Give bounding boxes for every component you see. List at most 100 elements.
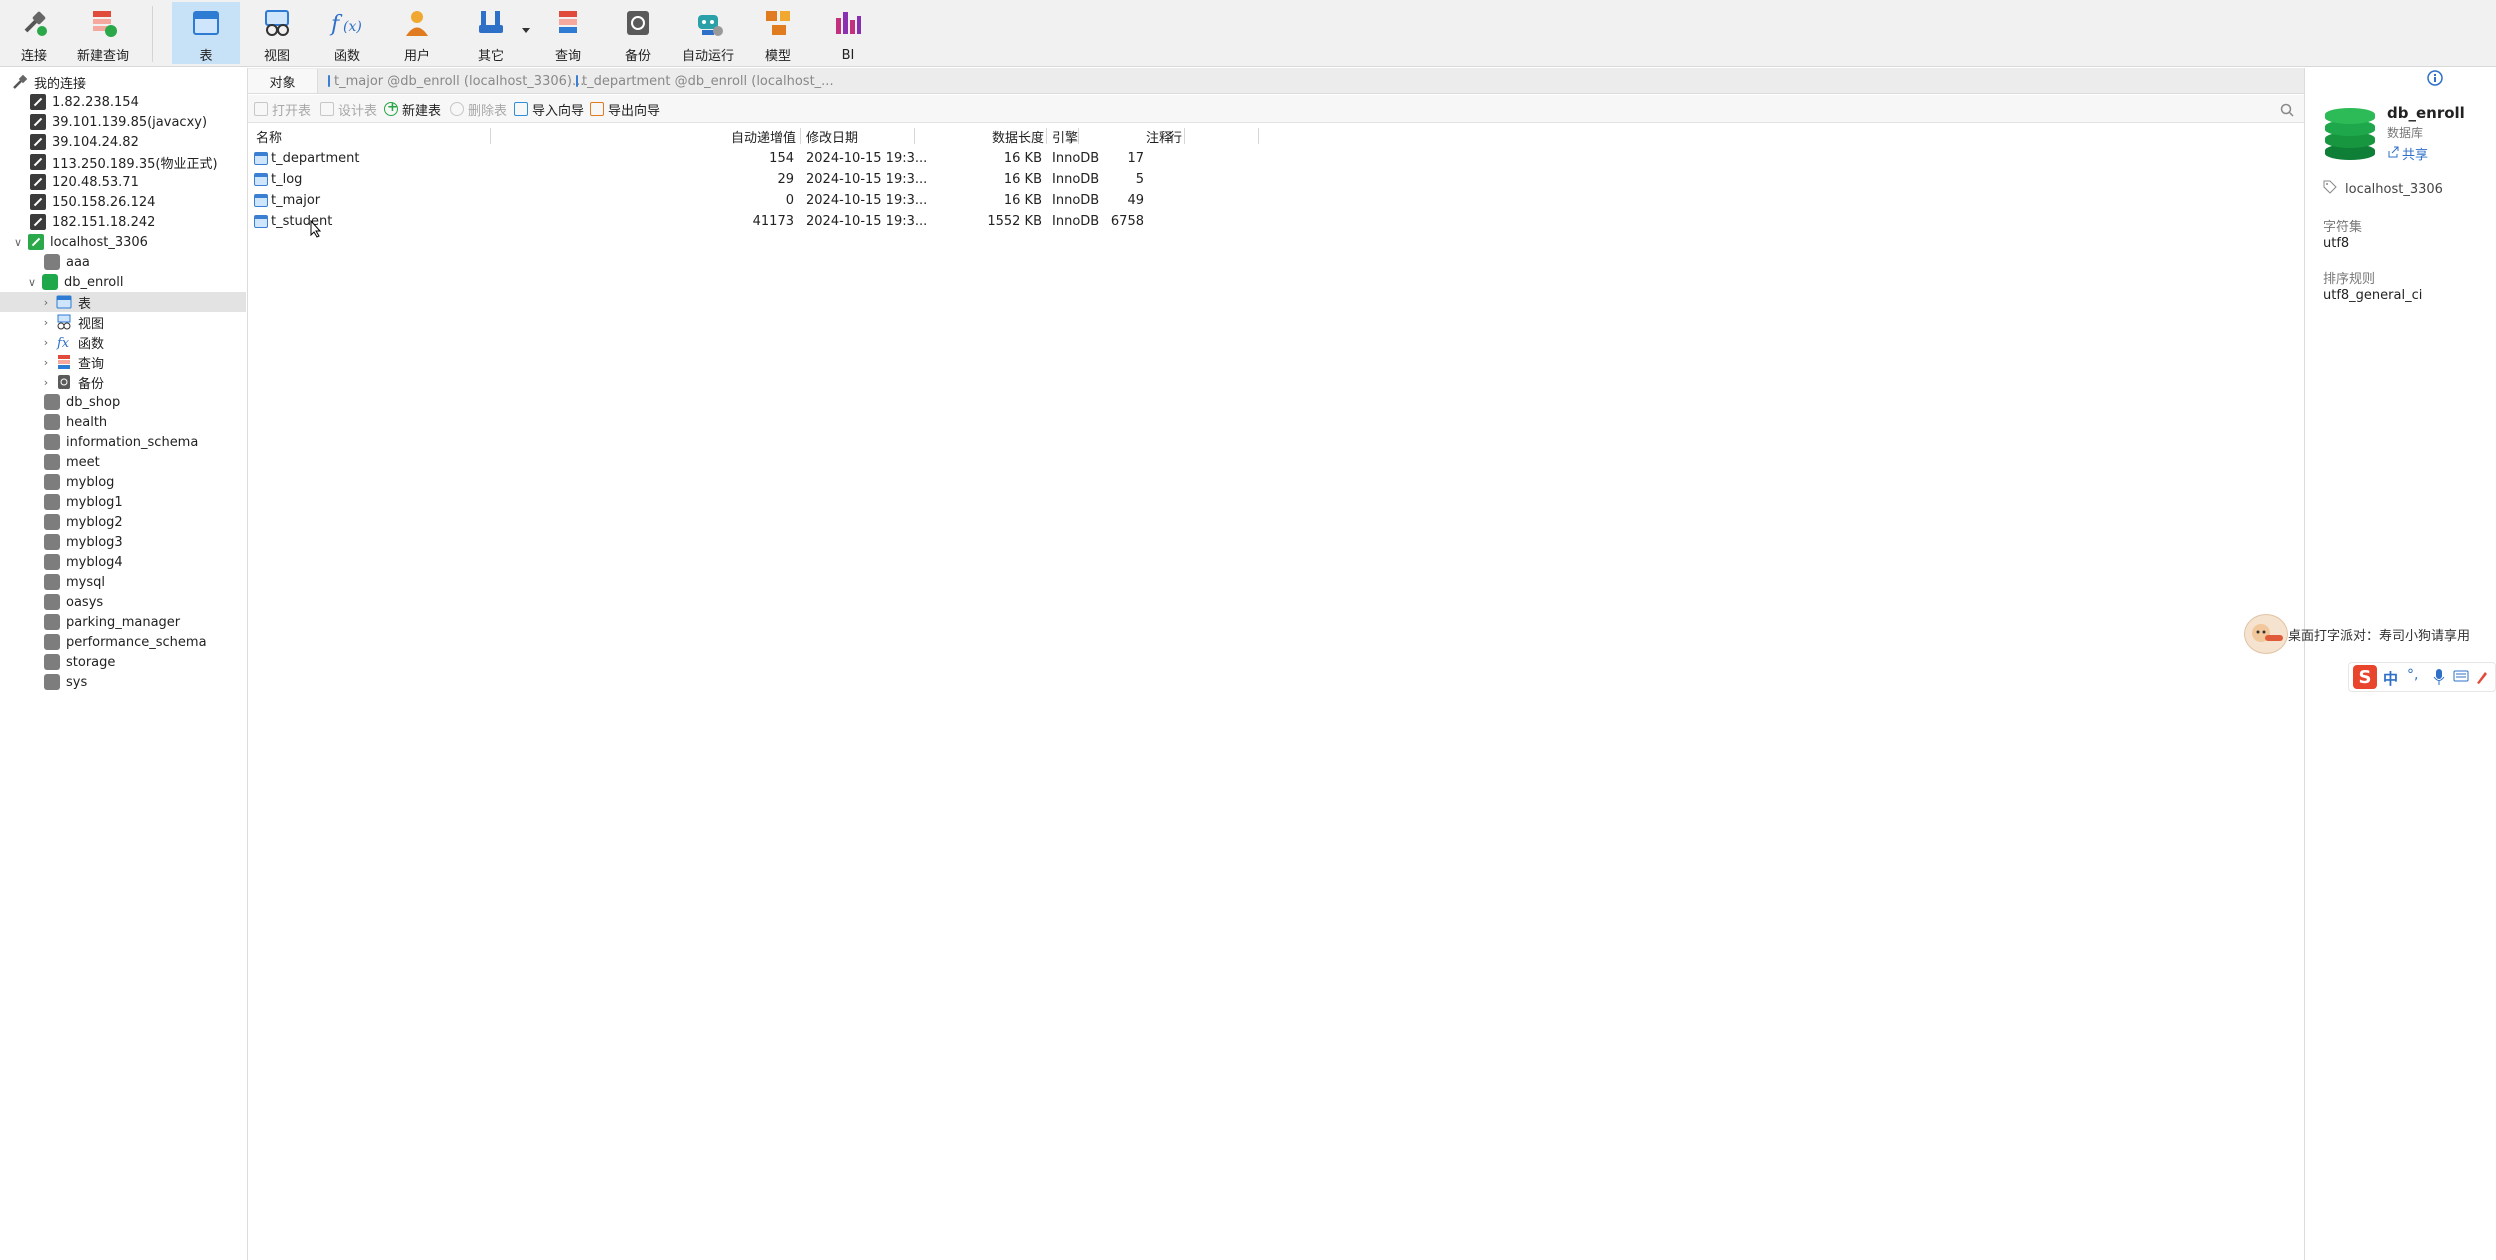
skin-icon[interactable] [2475, 669, 2489, 689]
ime-lang-toggle[interactable]: 中 [2383, 668, 2398, 689]
tree-connection[interactable]: 1.82.238.154 [30, 92, 276, 112]
table-icon [254, 152, 268, 165]
new-query-button[interactable]: 新建查询 [68, 2, 138, 64]
cell-auto-inc: 154 [769, 151, 794, 166]
database-icon [44, 554, 60, 570]
table-row[interactable]: t_department 154 2024-10-15 19:3... 16 K… [248, 148, 1448, 169]
mouse-cursor-icon [310, 219, 322, 242]
tree-connection[interactable]: 39.101.139.85(javacxy) [30, 112, 276, 132]
tree-database-active[interactable]: ∨ db_enroll [26, 272, 272, 292]
punctuation-icon[interactable]: °, [2407, 667, 2418, 683]
tree-connection-active[interactable]: ∨ localhost_3306 [12, 232, 258, 252]
plus-icon [384, 100, 398, 116]
server-icon [30, 194, 46, 210]
col-datalen-header[interactable]: 数据长度 [918, 126, 1044, 146]
function-button[interactable]: f (x) 函数 [313, 2, 381, 65]
connection-info: localhost_3306 [2323, 180, 2443, 198]
object-toolbar: 打开表 设计表 新建表 删除表 导入向导 导出向导 [248, 95, 2304, 123]
chevron-right-icon[interactable]: › [40, 296, 52, 309]
ime-notice[interactable]: 桌面打字派对：寿司小狗请享用 [2244, 614, 2496, 654]
query-icon [56, 354, 72, 370]
cell-name: t_log [254, 169, 302, 190]
column-divider[interactable] [800, 128, 801, 144]
other-dropdown-caret[interactable] [522, 28, 530, 33]
microphone-icon[interactable] [2433, 668, 2445, 690]
tab-t-major[interactable]: t_major @db_enroll (localhost_3306)... [322, 69, 584, 93]
table-icon [328, 75, 330, 87]
table-list: 名称 自动递增值 修改日期 数据长度 引擎 行 注释 t_department … [248, 124, 2304, 1260]
chevron-right-icon[interactable]: › [40, 356, 52, 369]
navicat-window: 连接 新建查询 表 视图 f (x) 函数 用户 其它 查询 备份 自动运行 模… [0, 0, 2496, 1260]
design-table-button[interactable]: 设计表 [320, 100, 377, 119]
chevron-down-icon[interactable]: ∨ [26, 276, 38, 289]
info-icon[interactable] [2427, 70, 2443, 90]
table-row[interactable]: t_major 0 2024-10-15 19:3... 16 KB InnoD… [248, 190, 1448, 211]
tree-node-tables[interactable]: › 表 [0, 292, 246, 312]
view-button[interactable]: 视图 [243, 2, 311, 64]
chevron-down-icon[interactable]: ∨ [12, 236, 24, 249]
database-icon [44, 534, 60, 550]
tools-icon [473, 6, 509, 39]
backup-icon [56, 374, 72, 390]
tree-connection[interactable]: 113.250.189.35(物业正式) [30, 152, 276, 172]
column-divider[interactable] [1184, 128, 1185, 144]
server-icon [30, 134, 46, 150]
keyboard-icon[interactable] [2453, 670, 2469, 686]
table-row[interactable]: t_log 29 2024-10-15 19:3... 16 KB InnoDB… [248, 169, 1448, 190]
tree-root[interactable]: 我的连接 [12, 72, 258, 92]
database-icon [44, 574, 60, 590]
tree-connection[interactable]: 150.158.26.124 [30, 192, 276, 212]
model-button[interactable]: 模型 [744, 2, 812, 64]
chevron-right-icon[interactable]: › [40, 336, 52, 349]
cell-data-length: 1552 KB [987, 214, 1042, 229]
col-autoinc-header[interactable]: 自动递增值 [668, 126, 796, 146]
col-modified-header[interactable]: 修改日期 [806, 126, 858, 146]
col-name-header[interactable]: 名称 [256, 126, 282, 146]
database-icon [44, 254, 60, 270]
open-table-button[interactable]: 打开表 [254, 100, 311, 119]
cell-rows: 17 [1127, 151, 1144, 166]
column-divider[interactable] [1046, 128, 1047, 144]
tab-t-department[interactable]: t_department @db_enroll (localhost_... [570, 69, 834, 93]
table-button[interactable]: 表 [172, 2, 240, 64]
other-button[interactable]: 其它 [457, 2, 525, 64]
share-link[interactable]: 共享 [2387, 144, 2428, 163]
column-divider[interactable] [490, 128, 491, 144]
backup-button[interactable]: 备份 [604, 2, 672, 64]
view-icon [259, 6, 295, 39]
table-icon [254, 173, 268, 186]
import-icon [514, 102, 528, 116]
export-wizard-button[interactable]: 导出向导 [590, 100, 660, 119]
bi-button[interactable]: BI [814, 2, 882, 64]
col-engine-header[interactable]: 引擎 [1052, 126, 1078, 146]
search-icon[interactable] [2280, 101, 2294, 119]
database-icon [44, 674, 60, 690]
database-icon [44, 394, 60, 410]
new-query-icon [85, 6, 121, 39]
server-icon [30, 94, 46, 110]
column-divider[interactable] [914, 128, 915, 144]
auto-run-button[interactable]: 自动运行 [674, 2, 742, 64]
cell-modified: 2024-10-15 19:3... [806, 193, 928, 208]
user-button[interactable]: 用户 [383, 2, 451, 64]
tree-connection[interactable]: 120.48.53.71 [30, 172, 276, 192]
robot-icon [690, 6, 726, 39]
table-row[interactable]: t_student 41173 2024-10-15 19:3... 1552 … [248, 211, 1448, 232]
chevron-right-icon[interactable]: › [40, 316, 52, 329]
import-wizard-button[interactable]: 导入向导 [514, 100, 584, 119]
query-button[interactable]: 查询 [534, 2, 602, 64]
tree-connection[interactable]: 182.151.18.242 [30, 212, 276, 232]
connect-button[interactable]: 连接 [0, 2, 68, 64]
tab-objects[interactable]: 对象 [248, 69, 318, 93]
chevron-right-icon[interactable]: › [40, 376, 52, 389]
cell-rows: 5 [1135, 172, 1144, 187]
new-table-button[interactable]: 新建表 [384, 100, 441, 119]
col-comment-header[interactable]: 注释 [1146, 126, 1172, 146]
sogou-logo-icon[interactable]: S [2353, 665, 2377, 689]
column-divider[interactable] [1078, 128, 1079, 144]
db-name: db_enroll [2387, 104, 2465, 122]
tree-connection[interactable]: 39.104.24.82 [30, 132, 276, 152]
column-divider[interactable] [1258, 128, 1259, 144]
delete-table-button[interactable]: 删除表 [450, 100, 507, 119]
main-toolbar: 连接 新建查询 表 视图 f (x) 函数 用户 其它 查询 备份 自动运行 模… [0, 0, 2496, 67]
